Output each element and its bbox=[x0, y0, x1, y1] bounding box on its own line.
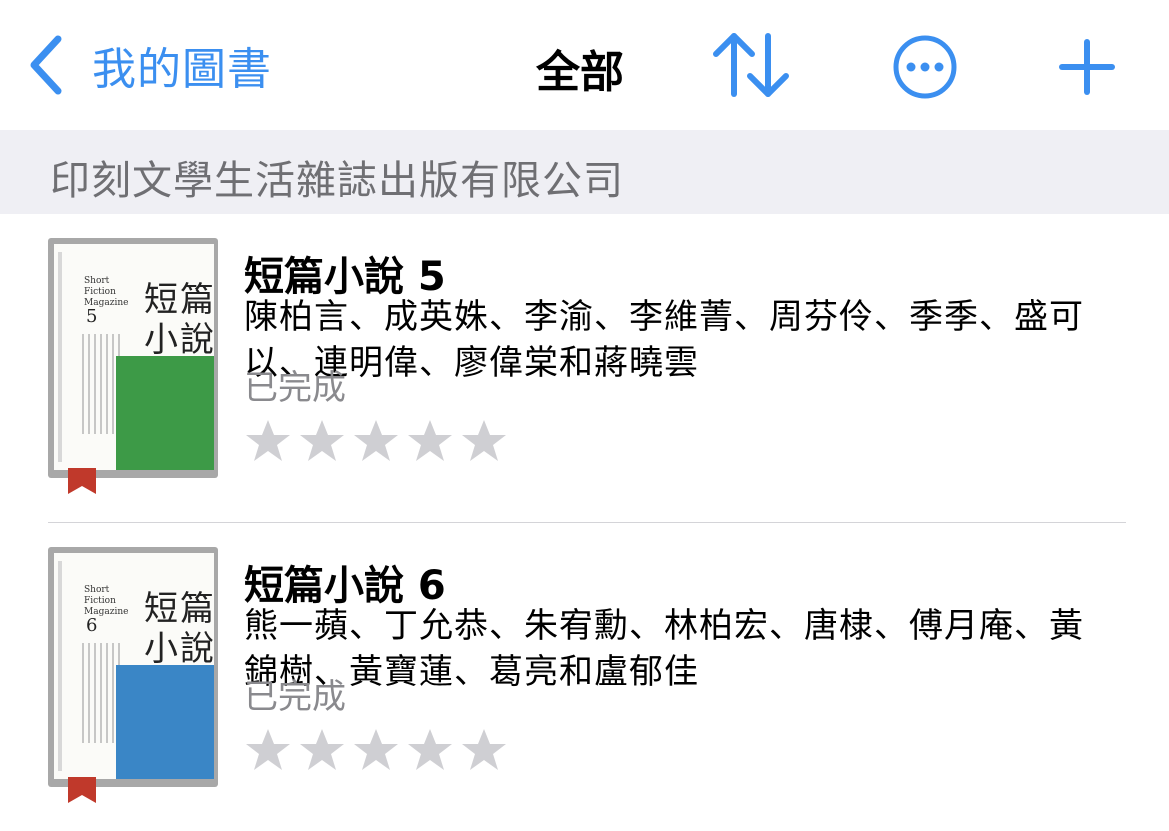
cover-title-line2: 小說 bbox=[144, 320, 214, 360]
star-rating[interactable] bbox=[244, 418, 508, 464]
cover-spine bbox=[58, 252, 62, 462]
star-icon[interactable] bbox=[244, 418, 292, 464]
more-icon[interactable] bbox=[890, 34, 960, 100]
chevron-left-icon bbox=[30, 35, 62, 95]
book-authors: 熊一蘋、丁允恭、朱宥勳、林柏宏、唐棣、傅月庵、黃錦樹、黃寶蓮、葛亮和盧郁佳 bbox=[244, 606, 1084, 692]
star-rating[interactable] bbox=[244, 727, 508, 773]
sort-icon[interactable] bbox=[710, 30, 792, 100]
cover-frame: Short Fiction Magazine 5 短篇 小說 bbox=[48, 238, 218, 478]
book-status: 已完成 bbox=[244, 677, 346, 717]
section-header: 印刻文學生活雜誌出版有限公司 bbox=[0, 130, 1169, 214]
back-label: 我的圖書 bbox=[92, 44, 272, 95]
star-icon[interactable] bbox=[406, 418, 454, 464]
cover-color-block bbox=[116, 356, 214, 470]
star-icon[interactable] bbox=[460, 727, 508, 773]
star-icon[interactable] bbox=[244, 727, 292, 773]
cover-title-line2: 小說 bbox=[144, 629, 214, 669]
star-icon[interactable] bbox=[406, 727, 454, 773]
cover-color-block bbox=[116, 665, 214, 779]
plus-icon[interactable] bbox=[1058, 38, 1116, 96]
star-icon[interactable] bbox=[352, 727, 400, 773]
publisher-name: 印刻文學生活雜誌出版有限公司 bbox=[50, 158, 624, 204]
cover-fine-print bbox=[82, 643, 120, 743]
book-cover[interactable]: Short Fiction Magazine 5 短篇 小說 bbox=[48, 238, 218, 494]
star-icon[interactable] bbox=[460, 418, 508, 464]
cover-frame: Short Fiction Magazine 6 短篇 小說 bbox=[48, 547, 218, 787]
page-title: 全部 bbox=[536, 47, 624, 98]
cover-english-title: Short Fiction Magazine bbox=[84, 276, 129, 308]
cover-page: Short Fiction Magazine 6 短篇 小說 bbox=[54, 553, 214, 779]
star-icon[interactable] bbox=[352, 418, 400, 464]
cover-issue-number: 5 bbox=[86, 306, 98, 327]
star-icon[interactable] bbox=[298, 418, 346, 464]
cover-fine-print bbox=[82, 334, 120, 434]
cover-page: Short Fiction Magazine 5 短篇 小說 bbox=[54, 244, 214, 470]
back-button[interactable]: 我的圖書 bbox=[28, 33, 272, 97]
cover-issue-number: 6 bbox=[86, 615, 98, 636]
bookmark-icon bbox=[68, 468, 96, 494]
cover-spine bbox=[58, 561, 62, 771]
cover-english-title: Short Fiction Magazine bbox=[84, 585, 129, 617]
book-authors: 陳柏言、成英姝、李渝、李維菁、周芬伶、季季、盛可以、連明偉、廖偉棠和蔣曉雲 bbox=[244, 297, 1084, 383]
navigation-bar: 我的圖書 全部 bbox=[0, 0, 1169, 130]
book-cover[interactable]: Short Fiction Magazine 6 短篇 小說 bbox=[48, 547, 218, 803]
book-row[interactable]: Short Fiction Magazine 5 短篇 小說 短篇小說 5 陳柏… bbox=[0, 214, 1169, 522]
star-icon[interactable] bbox=[298, 727, 346, 773]
bookmark-icon bbox=[68, 777, 96, 803]
book-status: 已完成 bbox=[244, 368, 346, 408]
book-row[interactable]: Short Fiction Magazine 6 短篇 小說 短篇小說 6 熊一… bbox=[0, 523, 1169, 831]
